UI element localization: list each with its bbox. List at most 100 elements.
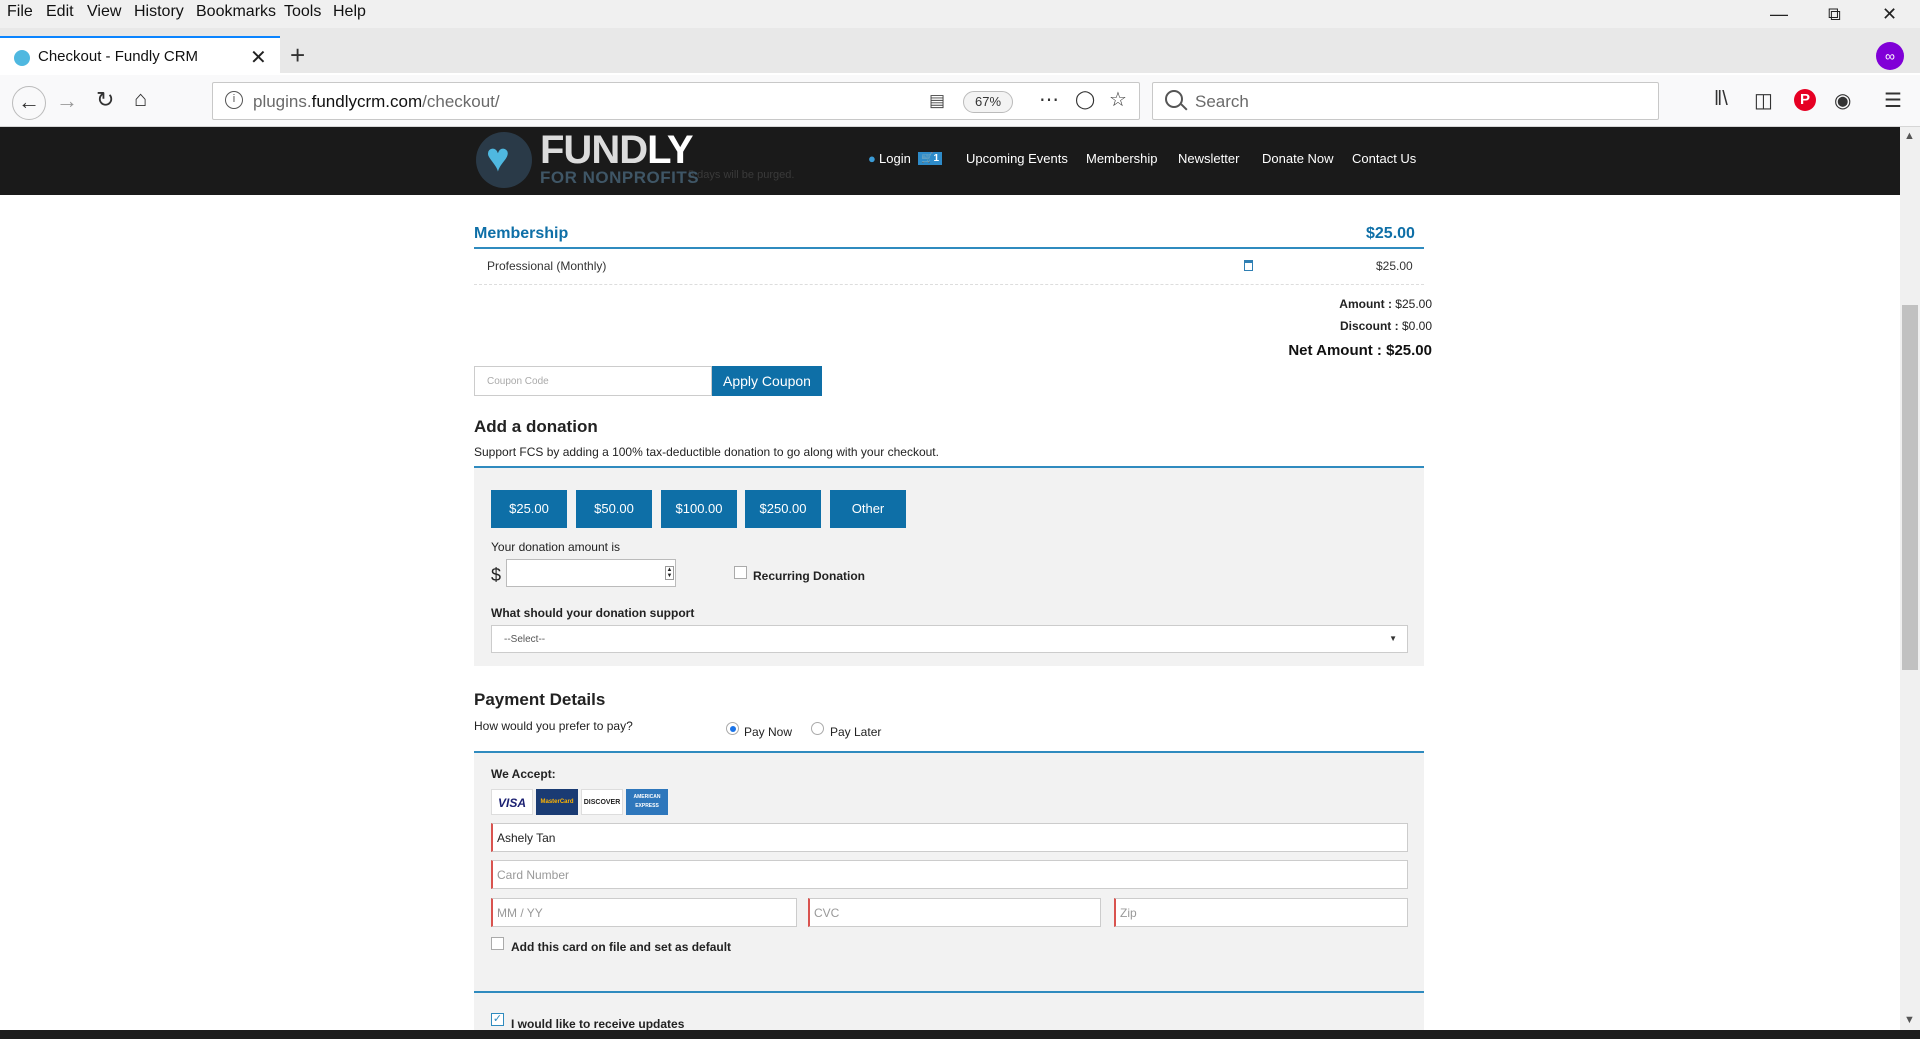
sidebar-icon[interactable]: ◫ [1754,88,1773,113]
pinterest-icon[interactable]: P [1794,89,1816,111]
donation-support-label: What should your donation support [491,606,695,620]
pay-now-radio[interactable] [726,722,739,735]
forward-icon[interactable]: → [56,88,78,114]
pay-now-label: Pay Now [744,725,793,739]
menu-bar: File Edit View History Bookmarks Tools H… [0,0,1920,28]
pay-later-radio[interactable] [811,722,824,735]
we-accept-label: We Accept: [491,767,556,781]
donation-amount-50-button[interactable]: $50.00 [576,490,652,528]
pay-preference-label: How would you prefer to pay? [474,719,633,733]
menu-tools[interactable]: Tools [284,3,321,21]
donation-subtitle: Support FCS by adding a 100% tax-deducti… [474,445,939,459]
zip-field[interactable]: Zip [1114,898,1408,927]
number-spinner-icon[interactable]: ▲ ▼ [665,566,674,580]
cart-item-name: Professional (Monthly) [487,259,607,273]
visa-card-icon: VISA [491,789,533,815]
restore-icon[interactable]: ⧉ [1828,4,1841,25]
cart-section-total: $25.00 [1366,225,1415,242]
active-tab[interactable]: Checkout - Fundly CRM ✕ [0,36,280,75]
reader-view-icon[interactable]: ▤ [929,91,945,111]
cardholder-name-field[interactable]: Ashely Tan [491,823,1408,852]
discover-card-icon: DISCOVER [581,789,623,815]
menu-file[interactable]: File [7,3,33,21]
apply-coupon-button[interactable]: Apply Coupon [712,366,822,396]
save-card-checkbox[interactable] [491,937,504,950]
donation-support-select[interactable]: --Select-- ▼ [491,625,1408,653]
recurring-donation-checkbox[interactable] [734,566,747,579]
nav-login[interactable]: Login [879,151,911,166]
nav-upcoming-events[interactable]: Upcoming Events [966,151,1068,166]
home-icon[interactable]: ⌂ [134,86,147,112]
search-bar[interactable]: Search [1152,82,1659,120]
site-info-icon[interactable]: i [225,91,243,109]
donation-amount-input[interactable]: ▲ ▼ [506,559,676,587]
nav-donate-now[interactable]: Donate Now [1262,151,1334,166]
url-text[interactable]: plugins.fundlycrm.com/checkout/ [253,92,500,112]
donation-amount-250-button[interactable]: $250.00 [745,490,821,528]
reload-icon[interactable]: ↻ [96,87,114,113]
receive-updates-checkbox[interactable]: ✓ [491,1013,504,1026]
amount-line: Amount : $25.00 [1339,297,1432,311]
scrollbar-thumb[interactable] [1902,305,1918,670]
donation-amount-other-button[interactable]: Other [830,490,906,528]
taskbar [0,1030,1920,1039]
select-value: --Select-- [504,634,546,645]
chevron-down-icon: ▼ [1389,634,1397,643]
cart-item-price: $25.00 [1376,259,1413,273]
cart-section-title: Membership [474,225,569,242]
account-icon[interactable]: ◉ [1834,88,1851,113]
new-tab-icon[interactable]: + [290,40,305,71]
donation-title: Add a donation [474,417,598,436]
tab-title: Checkout - Fundly CRM [38,48,199,65]
bookmark-star-icon[interactable]: ☆ [1109,87,1127,112]
library-icon[interactable]: ‖\ [1714,88,1728,111]
donation-amount-25-button[interactable]: $25.00 [491,490,567,528]
expiry-field[interactable]: MM / YY [491,898,797,927]
search-placeholder: Search [1195,92,1249,111]
search-icon [1165,90,1183,108]
menu-edit[interactable]: Edit [46,3,74,21]
tab-strip [0,28,1920,73]
pocket-icon[interactable]: ◯ [1075,89,1095,110]
save-card-label: Add this card on file and set as default [511,940,732,954]
card-number-field[interactable]: Card Number [491,860,1408,889]
nav-membership[interactable]: Membership [1086,151,1158,166]
nav-newsletter[interactable]: Newsletter [1178,151,1239,166]
donation-amount-label: Your donation amount is [491,540,620,554]
fundly-logo-icon[interactable] [476,132,532,188]
back-icon[interactable]: ← [12,86,46,120]
menu-view[interactable]: View [87,3,121,21]
menu-history[interactable]: History [134,3,184,21]
close-window-icon[interactable]: ✕ [1882,4,1897,25]
payment-title: Payment Details [474,690,606,709]
recurring-donation-label: Recurring Donation [753,569,866,583]
pay-later-label: Pay Later [830,725,882,739]
coupon-code-input[interactable]: Coupon Code [474,366,712,396]
currency-symbol: $ [491,565,502,585]
scroll-up-icon[interactable]: ▲ [1904,130,1915,142]
cvc-field[interactable]: CVC [808,898,1101,927]
nav-contact-us[interactable]: Contact Us [1352,151,1416,166]
discount-line: Discount : $0.00 [1339,319,1432,333]
minimize-icon[interactable]: — [1770,4,1788,25]
logo-wordmark[interactable]: FUNDLY [540,128,694,173]
close-tab-icon[interactable]: ✕ [250,45,267,70]
ghost-notice-text: 5 days will be purged. [688,169,795,181]
zoom-level[interactable]: 67% [963,91,1013,113]
receive-updates-label: I would like to receive updates [511,1017,685,1031]
trash-icon[interactable] [1244,260,1253,271]
url-bar[interactable]: i plugins.fundlycrm.com/checkout/ ▤ 67% … [212,82,1140,120]
menu-bookmarks[interactable]: Bookmarks [196,3,276,21]
logo-tagline: FOR NONPROFITS [540,168,700,187]
fundly-favicon-icon [14,50,30,66]
scroll-down-icon[interactable]: ▼ [1904,1014,1915,1026]
divider [474,284,1424,285]
hamburger-menu-icon[interactable]: ☰ [1884,88,1902,113]
user-icon: ● [868,151,876,166]
cart-badge[interactable]: 🛒1 [918,152,943,165]
page-actions-icon[interactable]: ⋯ [1039,87,1060,112]
net-amount-line: Net Amount : $25.00 [1288,342,1432,359]
amex-card-icon: AMERICAN EXPRESS [626,789,668,815]
menu-help[interactable]: Help [333,3,366,21]
donation-amount-100-button[interactable]: $100.00 [661,490,737,528]
